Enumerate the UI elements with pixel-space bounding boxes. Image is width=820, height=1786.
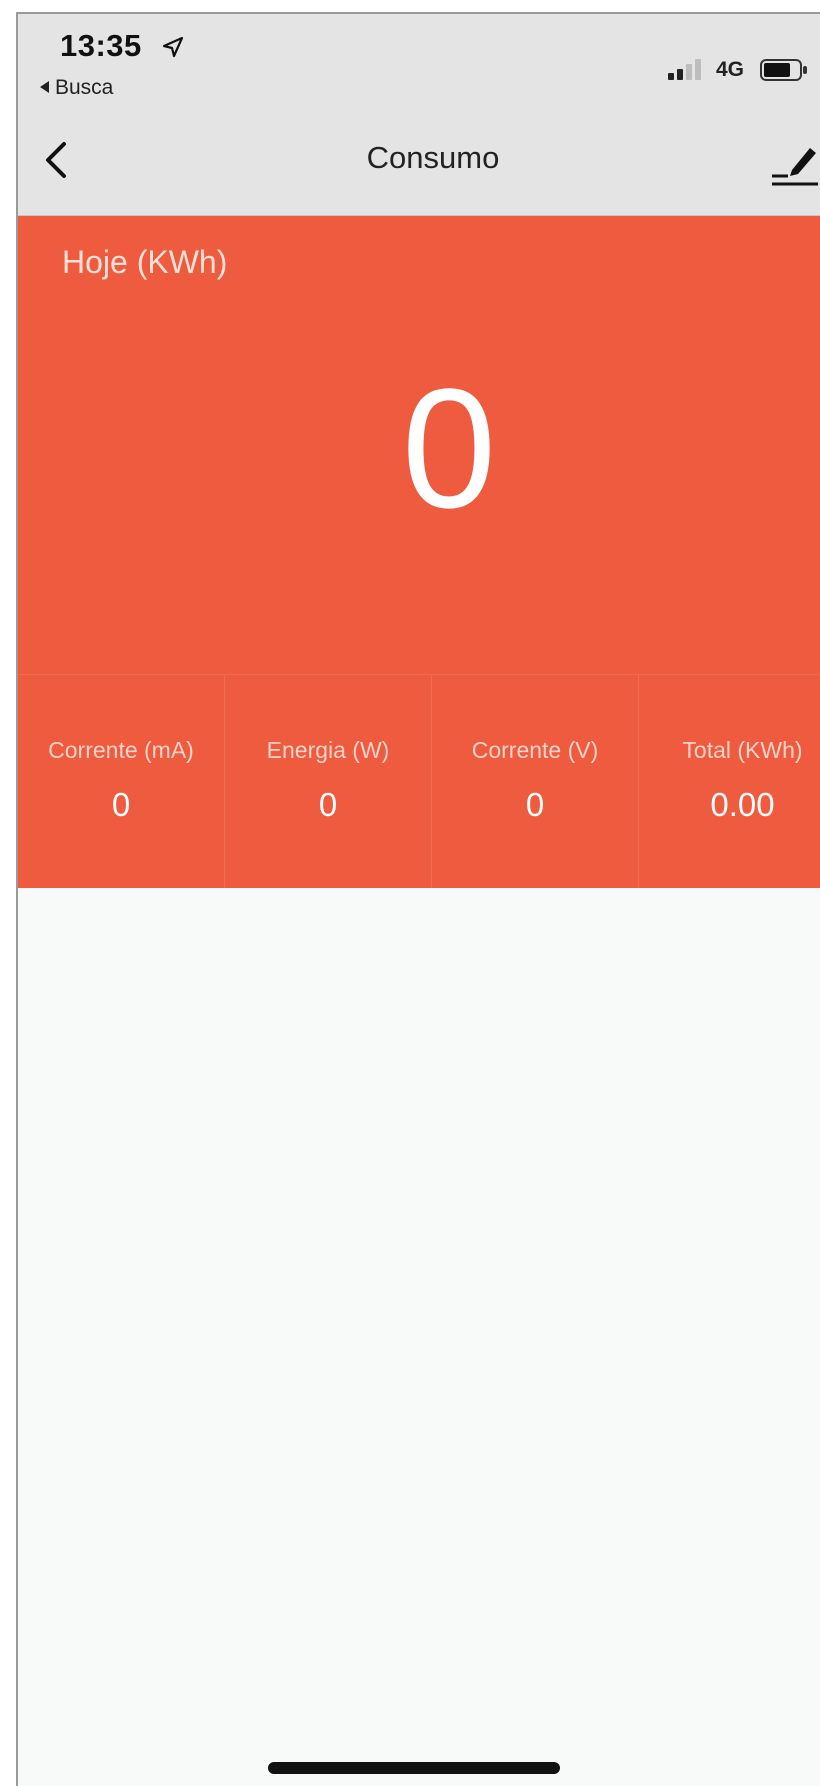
back-triangle-icon (40, 81, 49, 93)
back-to-app-label: Busca (55, 76, 114, 99)
stat-label: Total (KWh) (682, 737, 803, 763)
stat-label: Corrente (mA) (48, 737, 194, 763)
back-to-app-link[interactable]: Busca (40, 76, 113, 100)
status-bar: 13:35 Busca 4G (18, 14, 820, 106)
stat-value: 0.00 (710, 786, 775, 823)
status-time: 13:35 (60, 28, 142, 63)
stat-label: Corrente (V) (471, 737, 599, 763)
stat-value: 0 (111, 786, 131, 823)
stat-current-ma: Corrente (mA) 0 (18, 675, 225, 888)
content-area (18, 888, 820, 1786)
edit-pencil-icon[interactable] (770, 136, 820, 186)
today-consumption-panel: Hoje (KWh) 0 (18, 216, 820, 674)
cellular-signal-icon (668, 59, 701, 80)
stat-total-kwh: Total (KWh) 0.00 (639, 675, 820, 888)
location-arrow-icon (162, 36, 184, 58)
navigation-bar: Consumo (18, 106, 820, 216)
stat-current-v: Corrente (V) 0 (432, 675, 639, 888)
stat-value: 0 (525, 786, 545, 823)
stat-label: Energia (W) (266, 737, 390, 763)
network-type: 4G (716, 58, 745, 81)
page-title: Consumo (366, 140, 500, 175)
stat-energy-w: Energia (W) 0 (225, 675, 432, 888)
today-value: 0 (401, 354, 497, 544)
today-label: Hoje (KWh) (62, 244, 228, 280)
app-screen: 13:35 Busca 4G Consumo Hoje (KWh) 0 Corr… (16, 12, 820, 1786)
home-indicator[interactable] (268, 1762, 560, 1774)
stat-value: 0 (318, 786, 338, 823)
battery-icon (760, 59, 807, 81)
stats-row: Corrente (mA) 0 Energia (W) 0 Corrente (… (18, 674, 820, 888)
